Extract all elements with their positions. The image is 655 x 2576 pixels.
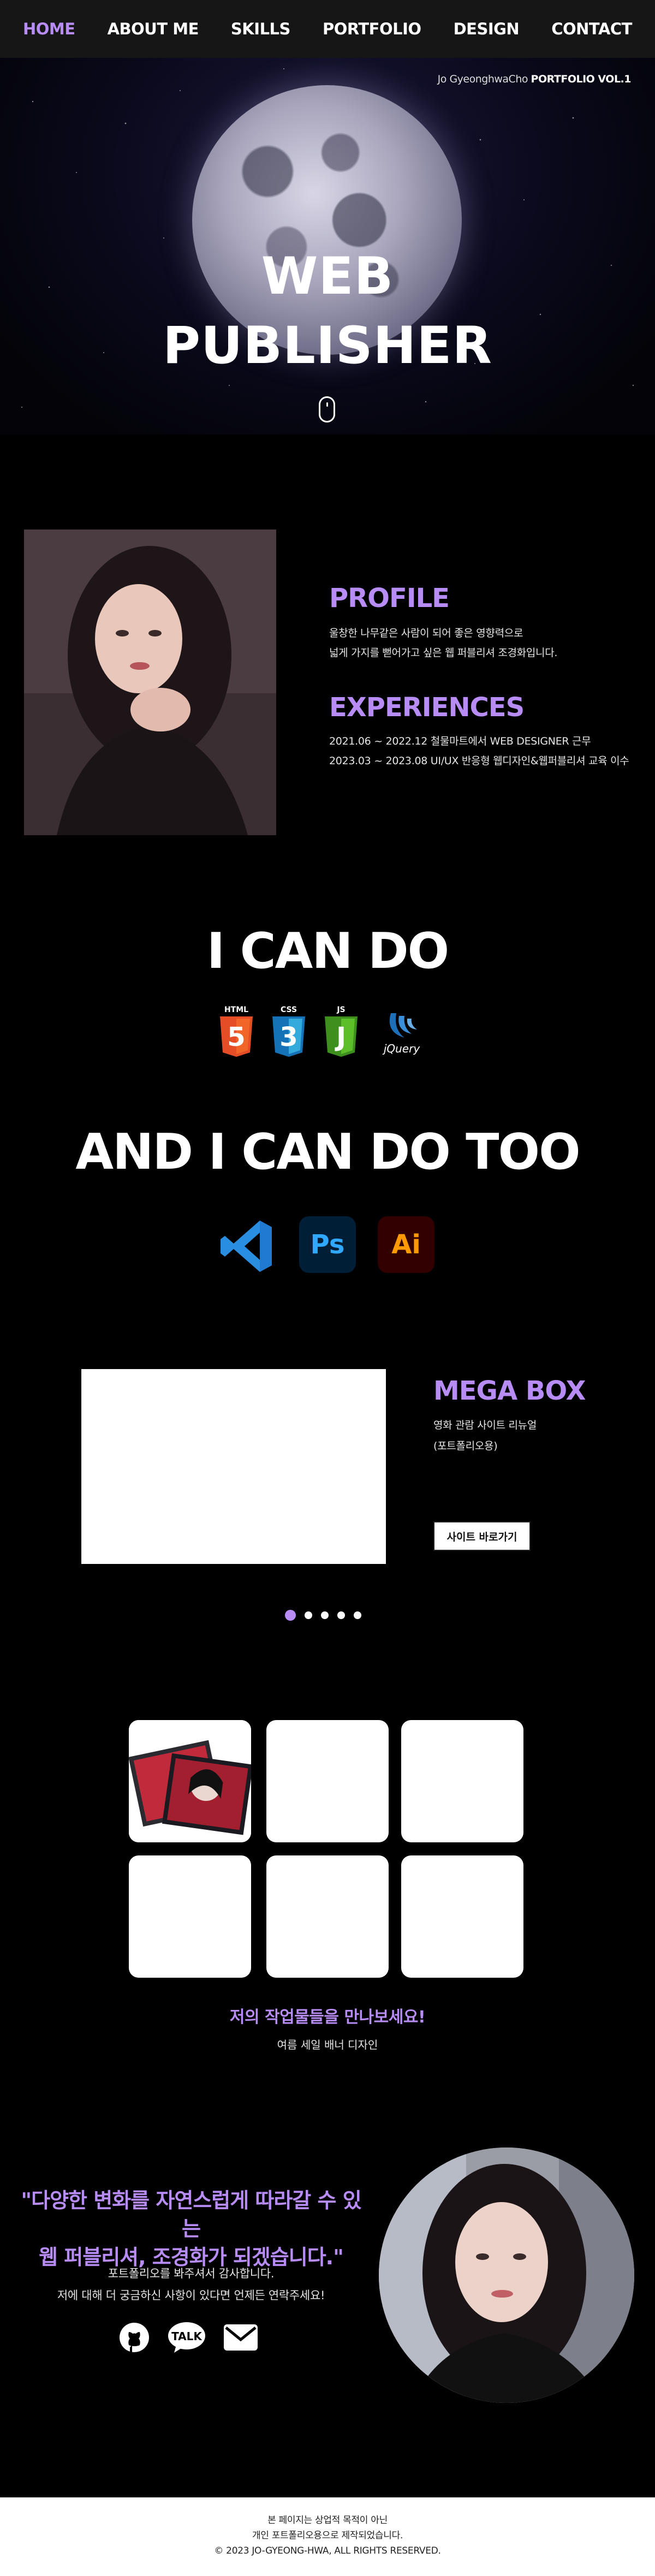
profile-photo bbox=[24, 530, 276, 835]
hero-title-line1: WEB bbox=[261, 247, 394, 306]
profile-text: 울창한 나무같은 사람이 되어 좋은 영향력으로 넓게 가지를 뻗어가고 싶은 … bbox=[329, 623, 557, 663]
kakaotalk-icon[interactable]: TALK bbox=[167, 2321, 206, 2354]
visit-site-button[interactable]: 사이트 바로가기 bbox=[433, 1521, 531, 1551]
design-caption: 여름 세일 배너 디자인 bbox=[277, 2038, 378, 2051]
nav-portfolio[interactable]: PORTFOLIO bbox=[323, 20, 421, 38]
contact-line: 포트폴리오를 봐주셔서 감사합니다. bbox=[108, 2267, 275, 2280]
skills-heading: I CAN DO bbox=[206, 923, 449, 980]
experiences-title: EXPERIENCES bbox=[329, 692, 525, 723]
footer-copyright: © 2023 JO-GYEONG-HWA, ALL RIGHTS RESERVE… bbox=[214, 2545, 441, 2556]
profile-line: 울창한 나무같은 사람이 되어 좋은 영향력으로 bbox=[329, 627, 523, 639]
contact-profile-photo bbox=[379, 2147, 634, 2403]
design-heading: 저의 작업물들을 만나보세요! bbox=[229, 2008, 426, 2027]
slider-dot[interactable] bbox=[321, 1611, 329, 1619]
css3-icon: CSS 3 bbox=[272, 1006, 305, 1057]
js-num: J bbox=[335, 1022, 346, 1052]
github-icon[interactable] bbox=[118, 2321, 151, 2354]
design-thumbnail[interactable] bbox=[129, 1720, 251, 1842]
quote-line: "다양한 변화를 자연스럽게 따라갈 수 있는 bbox=[21, 2188, 361, 2241]
jquery-label: jQuery bbox=[382, 1042, 421, 1055]
photoshop-icon: Ps bbox=[299, 1216, 356, 1273]
slider-dot[interactable] bbox=[354, 1611, 361, 1619]
hero-section: Jo GyeonghwaCho PORTFOLIO VOL.1 WEB PUBL… bbox=[0, 58, 655, 435]
portfolio-title: MEGA BOX bbox=[433, 1376, 586, 1406]
js-icon: JS J bbox=[325, 1006, 358, 1057]
design-thumbnail[interactable] bbox=[266, 1855, 389, 1978]
portfolio-desc-line: 영화 관람 사이트 리뉴얼 bbox=[433, 1419, 537, 1431]
photoshop-label: Ps bbox=[311, 1229, 345, 1260]
slider-dot-active[interactable] bbox=[285, 1610, 296, 1621]
contact-line: 저에 대해 더 궁금하신 사항이 있다면 언제든 연락주세요! bbox=[57, 2289, 325, 2302]
contact-quote: "다양한 변화를 자연스럽게 따라갈 수 있는 웹 퍼블리셔, 조경화가 되겠습… bbox=[16, 2186, 366, 2271]
css3-label: CSS bbox=[281, 1006, 297, 1014]
js-label: JS bbox=[336, 1006, 345, 1014]
slider-dot[interactable] bbox=[305, 1611, 312, 1619]
profile-title: PROFILE bbox=[329, 583, 450, 614]
html5-icon: HTML 5 bbox=[220, 1006, 253, 1057]
top-nav: HOME ABOUT ME SKILLS PORTFOLIO DESIGN CO… bbox=[0, 0, 655, 58]
portfolio-slide-image[interactable] bbox=[81, 1369, 386, 1564]
slider-dot[interactable] bbox=[337, 1611, 345, 1619]
html5-num: 5 bbox=[227, 1022, 245, 1052]
experiences-text: 2021.06 ~ 2022.12 철물마트에서 WEB DESIGNER 근무… bbox=[329, 731, 629, 771]
nav-about-me[interactable]: ABOUT ME bbox=[108, 20, 199, 38]
nav-design[interactable]: DESIGN bbox=[454, 20, 520, 38]
portfolio-desc-line: (포트폴리오용) bbox=[433, 1440, 498, 1452]
nav-skills[interactable]: SKILLS bbox=[231, 20, 291, 38]
illustrator-label: Ai bbox=[391, 1229, 421, 1260]
design-thumbnail[interactable] bbox=[129, 1855, 251, 1978]
hero-tagline: Jo GyeonghwaCho PORTFOLIO VOL.1 bbox=[437, 73, 632, 85]
nav-contact[interactable]: CONTACT bbox=[551, 20, 632, 38]
hero-tag-bold: PORTFOLIO VOL.1 bbox=[531, 73, 632, 85]
design-thumbnail[interactable] bbox=[266, 1720, 389, 1842]
jquery-icon: jQuery bbox=[382, 1013, 421, 1055]
tools-icons-row: Ps Ai bbox=[217, 1216, 434, 1276]
slider-pagination bbox=[285, 1610, 361, 1621]
footer-line: 개인 포트폴리오용으로 제작되었습니다. bbox=[252, 2530, 403, 2541]
html5-label: HTML bbox=[224, 1006, 248, 1014]
footer: 본 페이지는 상업적 목적이 아닌 개인 포트폴리오용으로 제작되었습니다. ©… bbox=[0, 2497, 655, 2576]
css3-num: 3 bbox=[279, 1022, 297, 1052]
portfolio-desc: 영화 관람 사이트 리뉴얼 (포트폴리오용) bbox=[433, 1415, 537, 1456]
hero-tag-name: Jo GyeonghwaCho bbox=[437, 73, 531, 85]
contact-message: 포트폴리오를 봐주셔서 감사합니다. 저에 대해 더 궁금하신 사항이 있다면 … bbox=[16, 2263, 366, 2306]
vscode-icon bbox=[221, 1221, 272, 1272]
hero-title-line2: PUBLISHER bbox=[163, 316, 492, 376]
kakaotalk-label: TALK bbox=[171, 2330, 203, 2343]
skills-icons-row: HTML 5 CSS 3 JS J jQuery bbox=[217, 1002, 429, 1062]
moon-image bbox=[192, 85, 462, 355]
nav-home[interactable]: HOME bbox=[23, 20, 75, 38]
scroll-down-icon[interactable] bbox=[319, 396, 335, 423]
design-thumbnail[interactable] bbox=[401, 1720, 523, 1842]
mail-icon[interactable] bbox=[223, 2321, 259, 2354]
design-thumbnail[interactable] bbox=[401, 1855, 523, 1978]
experience-line: 2021.06 ~ 2022.12 철물마트에서 WEB DESIGNER 근무 bbox=[329, 735, 591, 747]
profile-line: 넓게 가지를 뻗어가고 싶은 웹 퍼블리셔 조경화입니다. bbox=[329, 647, 558, 659]
footer-line: 본 페이지는 상업적 목적이 아닌 bbox=[267, 2515, 388, 2526]
skills-heading-too: AND I CAN DO TOO bbox=[75, 1123, 580, 1181]
illustrator-icon: Ai bbox=[378, 1216, 434, 1273]
experience-line: 2023.03 ~ 2023.08 UI/UX 반응형 웹디자인&웹퍼블리셔 교… bbox=[329, 755, 629, 767]
